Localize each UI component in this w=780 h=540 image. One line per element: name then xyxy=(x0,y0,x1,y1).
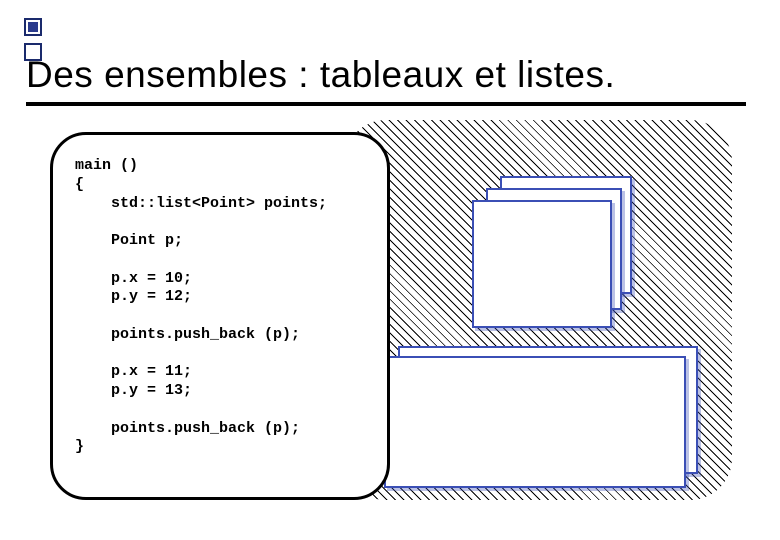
code-line: p.x = 11; xyxy=(75,363,192,380)
code-line: { xyxy=(75,176,84,193)
stack-item xyxy=(384,356,686,488)
code-content: main () { std::list<Point> points; Point… xyxy=(75,157,377,457)
code-line: } xyxy=(75,438,84,455)
bullet-square-1 xyxy=(24,18,42,36)
stack-item xyxy=(472,200,612,328)
code-line: p.y = 13; xyxy=(75,382,192,399)
code-line: std::list<Point> points; xyxy=(75,195,327,212)
code-line: points.push_back (p); xyxy=(75,420,300,437)
bullet-fill-1 xyxy=(28,22,38,32)
code-line: p.y = 12; xyxy=(75,288,192,305)
code-line: p.x = 10; xyxy=(75,270,192,287)
code-box: main () { std::list<Point> points; Point… xyxy=(50,132,390,500)
title-underline xyxy=(26,102,746,106)
code-line: main () xyxy=(75,157,138,174)
code-line: points.push_back (p); xyxy=(75,326,300,343)
slide-title: Des ensembles : tableaux et listes. xyxy=(26,54,615,96)
code-line: Point p; xyxy=(75,232,183,249)
